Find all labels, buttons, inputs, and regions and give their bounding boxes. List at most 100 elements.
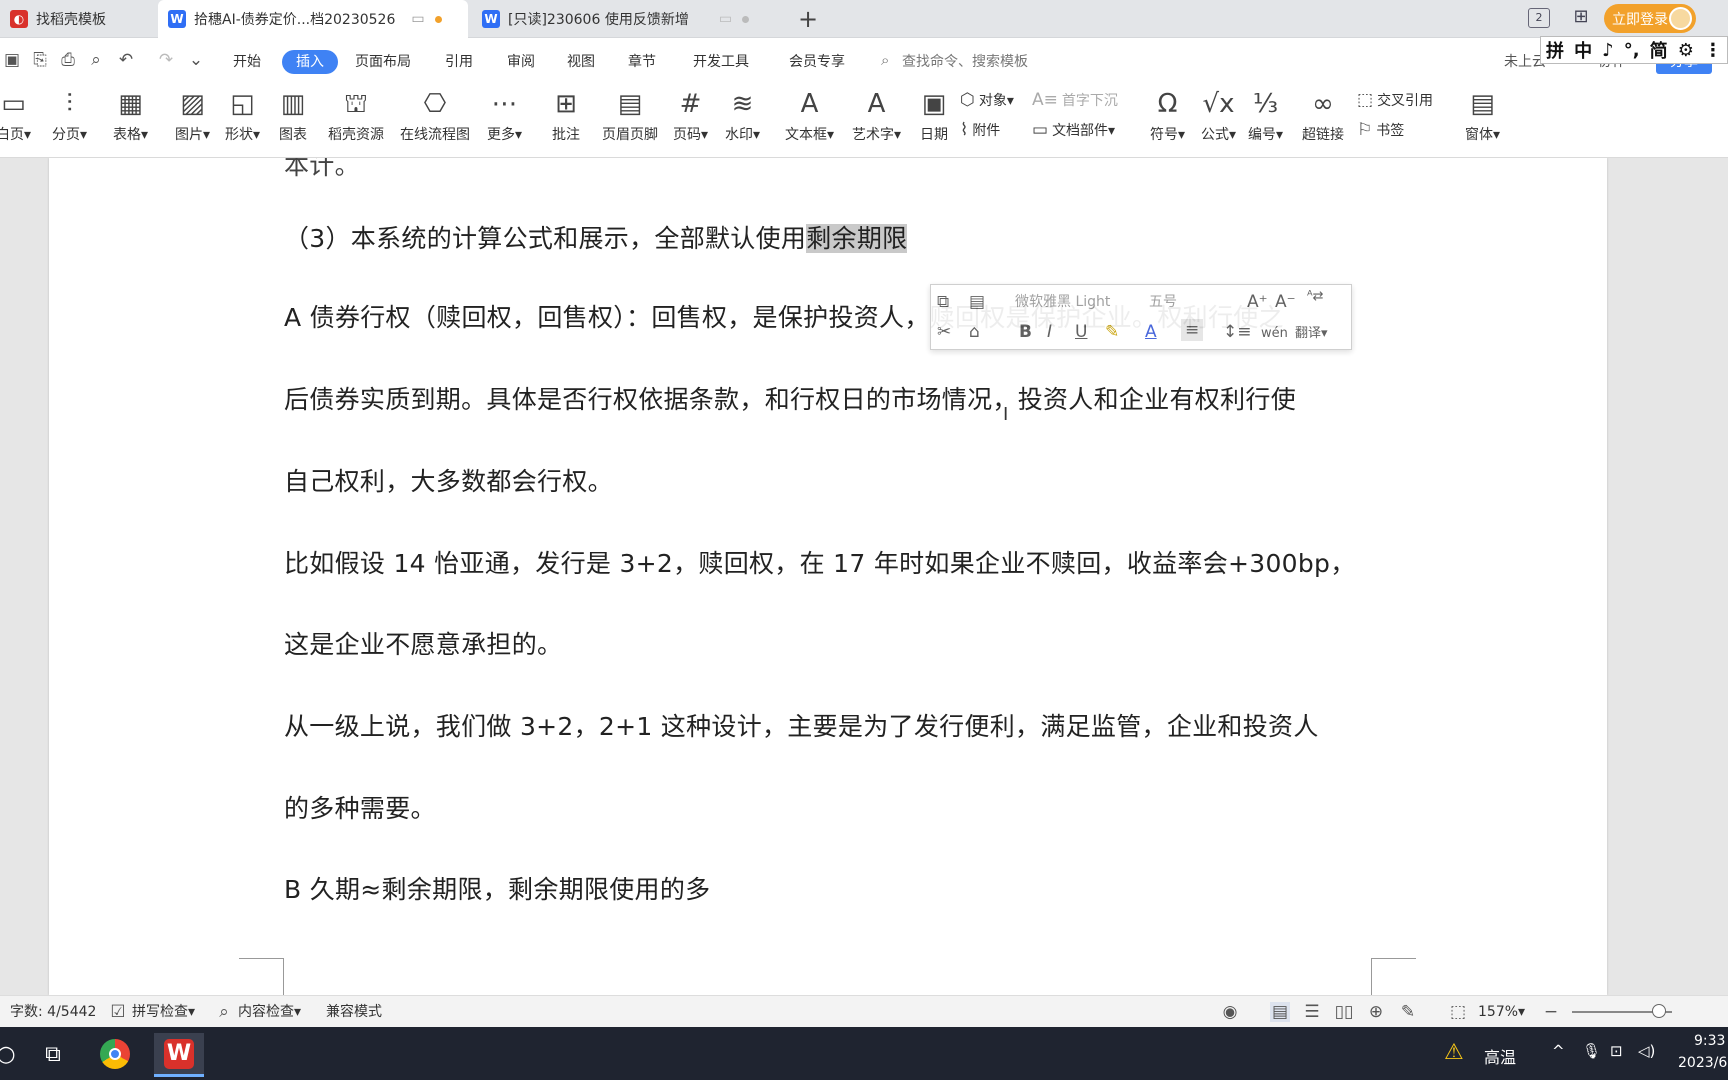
menu-home[interactable]: 开始 [233, 50, 261, 74]
clock-date[interactable]: 2023/6 [1678, 1055, 1727, 1071]
spell-check-button[interactable]: 拼写检查▾ [132, 1002, 195, 1022]
ime-chinese-toggle[interactable]: 中 [1574, 37, 1592, 63]
web-view-icon[interactable]: ⊕ [1366, 1002, 1386, 1022]
date-button[interactable]: ▣ 日期 [917, 86, 951, 144]
ime-pinyin-icon[interactable]: 拼 [1546, 37, 1564, 63]
line-spacing-icon[interactable]: ↕≡ [1223, 321, 1252, 343]
copy-icon[interactable]: ⧉ [937, 291, 949, 313]
menu-section[interactable]: 章节 [628, 50, 656, 74]
content-check-button[interactable]: 内容检查▾ [238, 1002, 301, 1022]
fit-page-icon[interactable]: ⬚ [1448, 1002, 1468, 1022]
header-footer-button[interactable]: ▤ 页眉页脚 [602, 86, 658, 144]
textbox-button[interactable]: A 文本框▾ [785, 86, 834, 144]
bookmark-button[interactable]: ⚐ 书签 [1357, 120, 1404, 140]
document-page[interactable]: 本计。 （3）本系统的计算公式和展示，全部默认使用剩余期限 A 债券行权（赎回权… [49, 158, 1607, 995]
ime-simplified-toggle[interactable]: 简 [1650, 37, 1668, 63]
window-count-icon[interactable]: 2 [1528, 8, 1550, 28]
export-icon[interactable]: ⎘ [30, 50, 50, 70]
outline-view-icon[interactable]: ☰ [1302, 1002, 1322, 1022]
save-icon[interactable]: ▣ [2, 50, 22, 70]
table-button[interactable]: ▦ 表格▾ [113, 86, 148, 144]
ime-moon-icon[interactable]: ♪ [1602, 40, 1614, 61]
ime-settings-icon[interactable]: ⚙ [1678, 40, 1694, 61]
online-flowchart-button[interactable]: ⎔ 在线流程图 [400, 86, 470, 144]
volume-icon[interactable]: ◁) [1638, 1042, 1655, 1060]
paragraph-1[interactable]: （3）本系统的计算公式和展示，全部默认使用剩余期限 [284, 219, 908, 255]
menu-developer[interactable]: 开发工具 [693, 50, 749, 74]
weather-label[interactable]: 高温 [1484, 1044, 1516, 1068]
paragraph-3[interactable]: 后债券实质到期。具体是否行权依据条款，和行权日的市场情况，投资人和企业有权利行使 [284, 380, 1296, 416]
command-search-input[interactable]: 查找命令、搜索模板 [902, 50, 1028, 74]
page-number-button[interactable]: # 页码▾ [673, 86, 708, 144]
reading-view-icon[interactable]: ▯▯ [1334, 1002, 1354, 1022]
tab-daoke-templates[interactable]: ◐ 找稻壳模板 [0, 0, 155, 38]
zoom-out-icon[interactable]: − [1541, 1002, 1561, 1022]
write-mode-icon[interactable]: ✎ [1398, 1002, 1418, 1022]
word-count[interactable]: 字数: 4/5442 [10, 1002, 96, 1022]
symbol-button[interactable]: Ω 符号▾ [1150, 86, 1185, 144]
ime-punctuation-toggle[interactable]: °, [1624, 40, 1640, 61]
align-icon[interactable]: ≡ [1181, 319, 1204, 341]
document-canvas[interactable]: 本计。 （3）本系统的计算公式和展示，全部默认使用剩余期限 A 债券行权（赎回权… [0, 158, 1728, 995]
format-painter-icon[interactable]: ⌂ [969, 321, 980, 343]
zoom-level-select[interactable]: 157%▾ [1478, 1002, 1525, 1022]
menu-insert[interactable]: 插入 [282, 50, 338, 74]
italic-icon[interactable]: I [1047, 321, 1052, 343]
wordart-button[interactable]: A 艺术字▾ [852, 86, 901, 144]
new-tab-button[interactable]: + [794, 4, 822, 34]
network-icon[interactable]: ⊡ [1610, 1042, 1623, 1060]
redo-icon[interactable]: ↷ [156, 50, 176, 70]
paragraph-9[interactable]: B 久期≈剩余期限，剩余期限使用的多 [284, 870, 710, 906]
font-name-select[interactable]: 微软雅黑 Light [1015, 291, 1139, 313]
chrome-icon[interactable] [97, 1036, 133, 1072]
tab-bond-pricing-doc[interactable]: W 拾穗AI-债券定价...档20230526 ▭ [158, 0, 468, 38]
bold-icon[interactable]: B [1019, 321, 1032, 343]
shrink-font-icon[interactable]: A⁻ [1275, 291, 1296, 313]
microphone-icon[interactable]: 🎙 [1582, 1042, 1601, 1060]
watermark-button[interactable]: ≋ 水印▾ [725, 86, 760, 144]
page-view-icon[interactable]: ▤ [1270, 1002, 1290, 1022]
font-color-icon[interactable]: A [1145, 321, 1157, 343]
customize-toolbar-icon[interactable]: ⌄ [186, 50, 206, 70]
paragraph-5[interactable]: 比如假设 14 怡亚通，发行是 3+2，赎回权，在 17 年时如果企业不赎回，收… [284, 544, 1356, 580]
login-button[interactable]: 立即登录 [1604, 4, 1696, 33]
translate-icon[interactable]: ᴬ⇄ [1307, 289, 1324, 305]
paragraph-6[interactable]: 这是企业不愿意承担的。 [284, 625, 562, 661]
highlight-icon[interactable]: ✎ [1105, 321, 1119, 343]
translate-button[interactable]: 翻译▾ [1295, 323, 1328, 345]
drop-cap-button[interactable]: A≡ 首字下沉 [1032, 90, 1118, 110]
more-button[interactable]: ⋯ 更多▾ [487, 86, 522, 144]
undo-icon[interactable]: ↶ [116, 50, 136, 70]
zoom-slider-thumb[interactable] [1652, 1004, 1666, 1018]
daoke-resources-button[interactable]: ⛫ 稻壳资源 [328, 86, 384, 144]
paragraph-4[interactable]: 自己权利，大多数都会行权。 [284, 462, 613, 498]
page-break-button[interactable]: ⫶ 分页▾ [52, 86, 87, 144]
numbering-button[interactable]: ⅓ 编号▾ [1248, 86, 1283, 144]
attachment-button[interactable]: ⌇ 附件 [960, 120, 1000, 140]
menu-page-layout[interactable]: 页面布局 [355, 50, 411, 74]
print-preview-icon[interactable]: ⌕ [86, 50, 106, 70]
paste-icon[interactable]: ▤ [969, 291, 985, 313]
font-size-select[interactable]: 五号 [1149, 291, 1221, 313]
selected-text[interactable]: 剩余期限 [806, 224, 908, 253]
eye-protection-icon[interactable]: ◉ [1220, 1002, 1240, 1022]
tray-chevron-icon[interactable]: ^ [1552, 1042, 1565, 1060]
paragraph-7[interactable]: 从一级上说，我们做 3+2，2+1 这种设计，主要是为了发行便利，满足监管，企业… [284, 707, 1319, 743]
object-button[interactable]: ⬡ 对象▾ [960, 90, 1014, 110]
shape-button[interactable]: ◱ 形状▾ [225, 86, 260, 144]
apps-grid-icon[interactable]: ⊞ [1570, 8, 1592, 28]
comment-button[interactable]: ⊞ 批注 [549, 86, 583, 144]
menu-references[interactable]: 引用 [445, 50, 473, 74]
form-button[interactable]: ▤ 窗体▾ [1465, 86, 1500, 144]
wps-taskbar-icon[interactable]: W [154, 1033, 204, 1077]
cross-reference-button[interactable]: ⬚ 交叉引用 [1357, 90, 1433, 110]
pinyin-guide-icon[interactable]: wén [1261, 323, 1288, 345]
picture-button[interactable]: ▨ 图片▾ [175, 86, 210, 144]
tab-feedback-doc[interactable]: W [只读]230606 使用反馈新增 ▭ [472, 0, 782, 38]
paragraph-0[interactable]: 本计。 [284, 158, 360, 182]
grow-font-icon[interactable]: A⁺ [1247, 291, 1268, 313]
ime-more-icon[interactable]: ⋮ [1704, 40, 1722, 61]
hyperlink-button[interactable]: ∞ 超链接 [1302, 86, 1344, 144]
menu-review[interactable]: 审阅 [507, 50, 535, 74]
formula-button[interactable]: √x 公式▾ [1201, 86, 1236, 144]
